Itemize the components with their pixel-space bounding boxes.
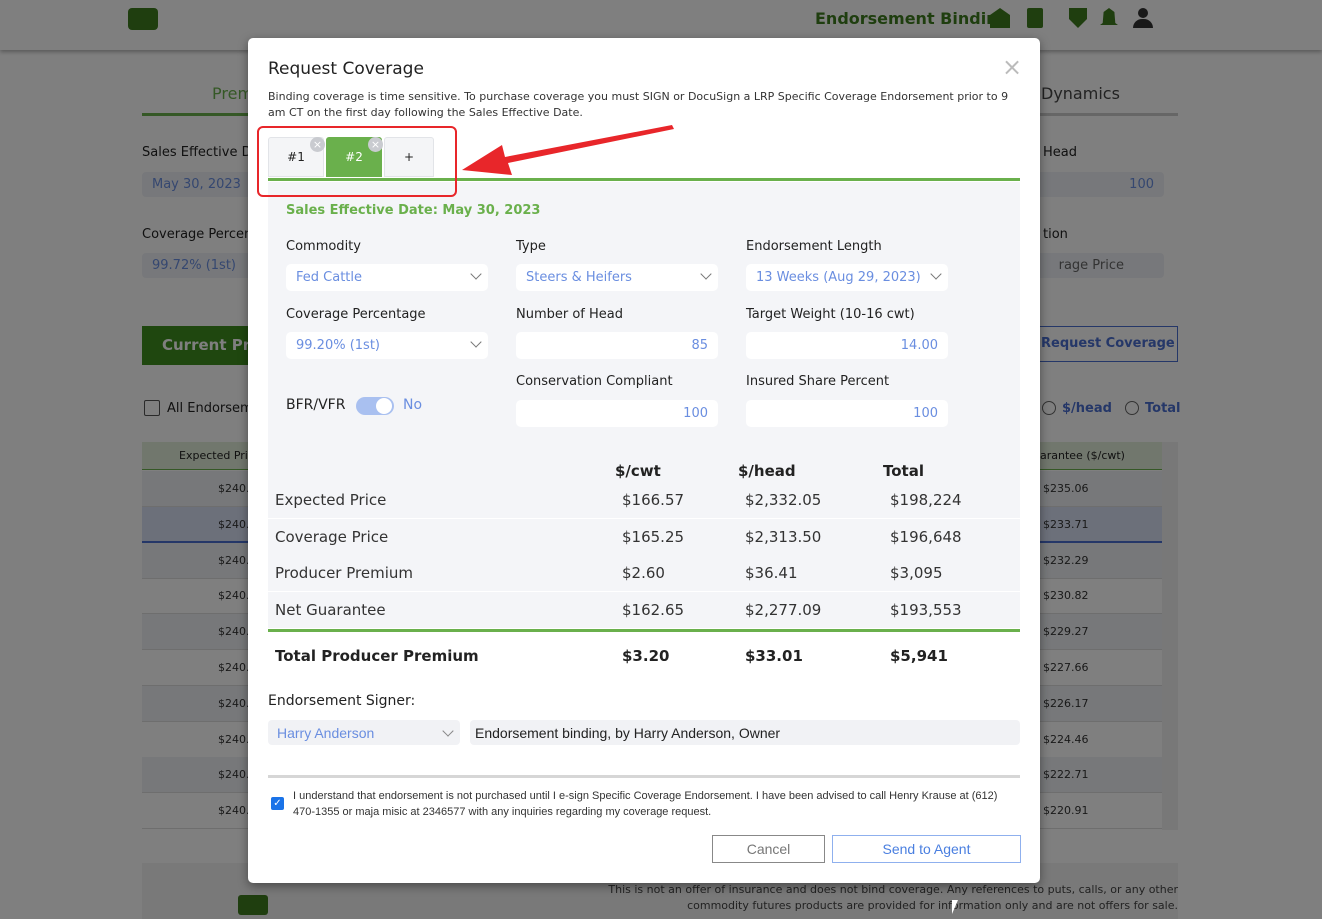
conservation-input[interactable]: 100 bbox=[516, 400, 718, 427]
chevron-down-icon bbox=[442, 725, 454, 737]
total-total: $5,941 bbox=[890, 647, 948, 665]
row-cwt: $162.65 bbox=[622, 601, 685, 620]
weight-label: Target Weight (10-16 cwt) bbox=[746, 307, 915, 322]
share-input[interactable]: 100 bbox=[746, 400, 948, 427]
row-cwt: $2.60 bbox=[622, 564, 665, 583]
row-total: $198,224 bbox=[890, 491, 962, 509]
result-row: Expected Price $166.57 $2,332.05 $198,224 bbox=[268, 482, 1020, 519]
signer-select[interactable]: Harry Anderson bbox=[268, 720, 460, 745]
chevron-down-icon bbox=[930, 268, 942, 280]
row-cwt: $166.57 bbox=[622, 491, 685, 509]
bfr-value: No bbox=[403, 397, 423, 413]
row-label: Net Guarantee bbox=[275, 601, 386, 620]
chevron-down-icon bbox=[470, 336, 482, 348]
sales-effective-date: Sales Effective Date: May 30, 2023 bbox=[286, 203, 541, 218]
result-row: Net Guarantee $162.65 $2,277.09 $193,553 bbox=[268, 592, 1020, 630]
total-cwt: $3.20 bbox=[622, 647, 670, 665]
row-label: Producer Premium bbox=[275, 564, 413, 583]
col-head: $/head bbox=[738, 462, 796, 480]
bfr-label: BFR/VFR bbox=[286, 397, 346, 413]
result-row: Coverage Price $165.25 $2,313.50 $196,648 bbox=[268, 518, 1020, 556]
share-label: Insured Share Percent bbox=[746, 374, 890, 389]
commodity-label: Commodity bbox=[286, 239, 361, 254]
signer-text-field[interactable]: Endorsement binding, by Harry Anderson, … bbox=[470, 720, 1020, 745]
type-label: Type bbox=[516, 239, 546, 254]
coverage-select[interactable]: 99.20% (1st) bbox=[286, 332, 488, 359]
row-label: Expected Price bbox=[275, 491, 387, 509]
type-value: Steers & Heifers bbox=[526, 270, 632, 285]
close-icon[interactable]: × bbox=[1002, 53, 1022, 81]
conservation-label: Conservation Compliant bbox=[516, 374, 673, 389]
row-head: $2,313.50 bbox=[745, 527, 822, 546]
head-label: Number of Head bbox=[516, 307, 624, 322]
row-head: $2,277.09 bbox=[745, 601, 822, 620]
result-row: Producer Premium $2.60 $36.41 $3,095 bbox=[268, 555, 1020, 593]
annotation-highlight-box bbox=[257, 126, 457, 197]
signer-divider bbox=[268, 775, 1020, 778]
head-input[interactable]: 85 bbox=[516, 332, 718, 359]
total-label: Total Producer Premium bbox=[275, 647, 479, 665]
signer-value: Harry Anderson bbox=[277, 725, 375, 741]
chevron-down-icon bbox=[470, 268, 482, 280]
row-head: $2,332.05 bbox=[745, 491, 822, 509]
signer-label: Endorsement Signer: bbox=[268, 693, 416, 709]
arrow-shape bbox=[462, 125, 674, 175]
commodity-select[interactable]: Fed Cattle bbox=[286, 264, 488, 291]
acknowledge-text: I understand that endorsement is not pur… bbox=[293, 790, 998, 818]
modal-title: Request Coverage bbox=[268, 59, 424, 79]
row-label: Coverage Price bbox=[275, 527, 389, 546]
mouse-cursor-icon bbox=[952, 900, 958, 914]
total-head: $33.01 bbox=[745, 647, 803, 665]
type-select[interactable]: Steers & Heifers bbox=[516, 264, 718, 291]
length-label: Endorsement Length bbox=[746, 239, 882, 254]
annotation-arrow-icon bbox=[462, 125, 674, 175]
row-total: $3,095 bbox=[890, 564, 943, 583]
col-total: Total bbox=[883, 462, 924, 480]
row-total: $193,553 bbox=[890, 601, 962, 620]
length-select[interactable]: 13 Weeks (Aug 29, 2023) bbox=[746, 264, 948, 291]
total-row: Total Producer Premium $3.20 $33.01 $5,9… bbox=[268, 632, 1020, 670]
chevron-down-icon bbox=[700, 268, 712, 280]
bfr-toggle[interactable] bbox=[356, 397, 394, 415]
row-cwt: $165.25 bbox=[622, 527, 685, 546]
length-value: 13 Weeks (Aug 29, 2023) bbox=[756, 270, 921, 285]
row-head: $36.41 bbox=[745, 564, 798, 583]
row-total: $196,648 bbox=[890, 527, 962, 546]
weight-input[interactable]: 14.00 bbox=[746, 332, 948, 359]
send-to-agent-button[interactable]: Send to Agent bbox=[832, 835, 1021, 863]
commodity-value: Fed Cattle bbox=[296, 270, 362, 285]
acknowledge-checkbox[interactable]: ✓ bbox=[271, 797, 284, 810]
coverage-label: Coverage Percentage bbox=[286, 307, 426, 322]
coverage-value: 99.20% (1st) bbox=[296, 338, 380, 353]
cancel-button[interactable]: Cancel bbox=[712, 835, 825, 863]
col-cwt: $/cwt bbox=[615, 462, 661, 480]
